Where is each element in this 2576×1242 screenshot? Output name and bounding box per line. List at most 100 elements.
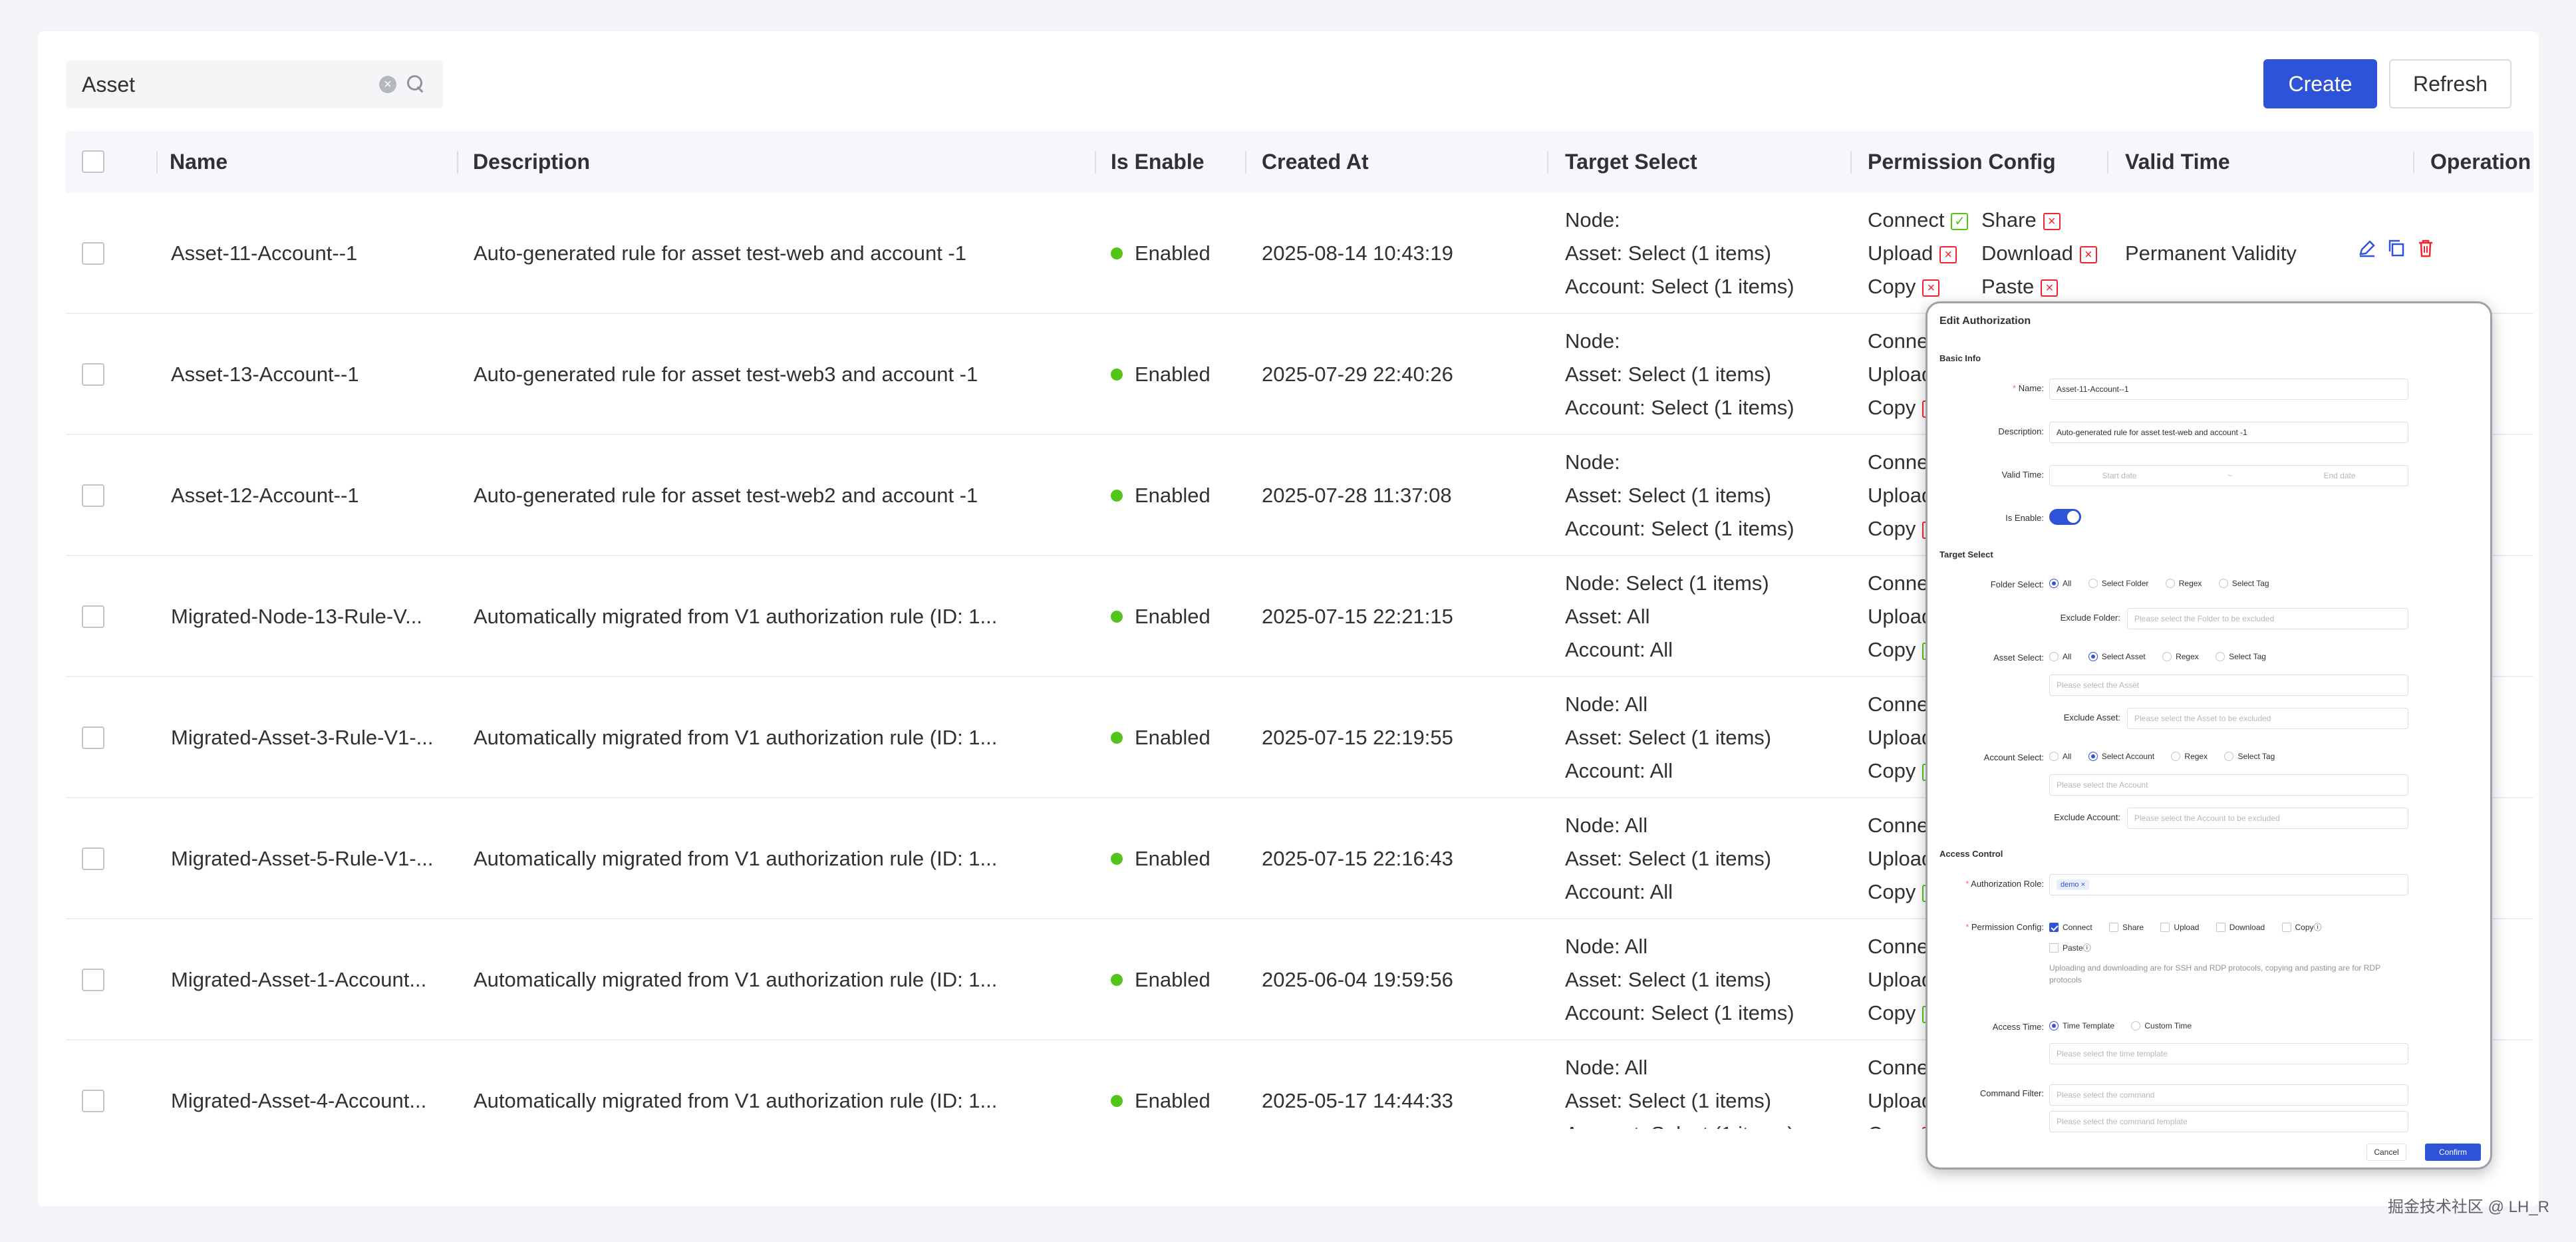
checkbox-upload[interactable]: Upload xyxy=(2160,922,2199,932)
target-line: Asset: Select (1 items) xyxy=(1565,1089,1772,1112)
asset-select[interactable]: Please select the Asset xyxy=(2049,675,2408,696)
account-select-label: Account Select: xyxy=(1983,752,2044,762)
account-select[interactable]: Please select the Account xyxy=(2049,774,2408,796)
create-button[interactable]: Create xyxy=(2263,59,2377,108)
table-row[interactable]: Asset-11-Account--1 Auto-generated rule f… xyxy=(66,193,2533,314)
exclude-folder-select[interactable]: Please select the Folder to be excluded xyxy=(2127,608,2408,629)
command-template-select[interactable]: Please select the command template xyxy=(2049,1111,2408,1132)
folder-select-label: Folder Select: xyxy=(1990,579,2044,589)
checkbox-copy[interactable]: Copy ⓘ xyxy=(2281,921,2322,933)
radio-asset-select[interactable]: Select Asset xyxy=(2088,652,2146,661)
checkbox-download[interactable]: Download xyxy=(2216,922,2265,932)
radio-folder-all[interactable]: All xyxy=(2049,579,2071,588)
row-checkbox[interactable] xyxy=(82,363,104,386)
status-text: Enabled xyxy=(1135,484,1211,507)
target-line: Account: All xyxy=(1565,880,1673,903)
status-dot xyxy=(1111,732,1123,744)
cell-is-enable: Enabled xyxy=(1111,919,1244,1040)
edit-icon[interactable] xyxy=(2357,238,2377,258)
cell-created-at: 2025-07-28 11:37:08 xyxy=(1262,484,1452,507)
radio-account-all[interactable]: All xyxy=(2049,752,2071,761)
target-line: Asset: Select (1 items) xyxy=(1565,847,1772,870)
row-checkbox[interactable] xyxy=(82,1090,104,1112)
description-input[interactable]: Auto-generated rule for asset test-web a… xyxy=(2049,422,2408,443)
status-text: Enabled xyxy=(1135,363,1211,386)
perm-item: Upload× xyxy=(1868,237,1957,270)
cell-name: Migrated-Asset-4-Account... xyxy=(171,1089,427,1112)
status-text: Enabled xyxy=(1135,241,1211,265)
target-line: Asset: Select (1 items) xyxy=(1565,726,1772,749)
radio-folder-tag[interactable]: Select Tag xyxy=(2218,579,2269,588)
radio-account-select[interactable]: Select Account xyxy=(2088,752,2154,761)
confirm-button[interactable]: Confirm xyxy=(2425,1144,2481,1161)
cell-created-at: 2025-07-15 22:19:55 xyxy=(1262,726,1453,749)
time-template-select[interactable]: Please select the time template xyxy=(2049,1043,2408,1064)
refresh-button[interactable]: Refresh xyxy=(2389,59,2511,108)
row-checkbox[interactable] xyxy=(82,605,104,628)
target-line: Account: Select (1 items) xyxy=(1565,1001,1794,1024)
exclude-account-select[interactable]: Please select the Account to be excluded xyxy=(2127,808,2408,829)
cross-icon: × xyxy=(2079,246,2097,263)
target-line: Account: Select (1 items) xyxy=(1565,1118,1794,1129)
radio-folder-regex[interactable]: Regex xyxy=(2165,579,2202,588)
folder-select-radios: All Select Folder Regex Select Tag xyxy=(2049,579,2284,590)
radio-asset-regex[interactable]: Regex xyxy=(2162,652,2199,661)
radio-folder-select[interactable]: Select Folder xyxy=(2088,579,2148,588)
cell-description: Auto-generated rule for asset test-web a… xyxy=(474,241,966,265)
valid-time-label: Valid Time: xyxy=(2001,470,2044,480)
delete-icon[interactable] xyxy=(2416,238,2436,258)
permission-checkboxes-row2: Paste ⓘ xyxy=(2049,942,2106,955)
check-icon: ✓ xyxy=(1951,213,1969,230)
perm-item: Copy× xyxy=(1868,270,1940,303)
radio-account-regex[interactable]: Regex xyxy=(2171,752,2208,761)
status-text: Enabled xyxy=(1135,968,1211,991)
target-line: Node: All xyxy=(1565,935,1648,958)
section-basic-info: Basic Info xyxy=(1939,353,1981,363)
search-box[interactable]: Asset × xyxy=(66,61,443,108)
row-checkbox[interactable] xyxy=(82,969,104,991)
row-checkbox[interactable] xyxy=(82,242,104,265)
start-date-input[interactable]: Start date xyxy=(2102,471,2136,480)
checkbox-connect[interactable]: Connect xyxy=(2049,922,2092,932)
edit-authorization-dialog: Edit Authorization Basic Info Name: Asse… xyxy=(1926,301,2492,1169)
copy-icon[interactable] xyxy=(2386,238,2406,258)
search-icon[interactable] xyxy=(406,74,427,95)
account-select-radios: All Select Account Regex Select Tag xyxy=(2049,752,2289,763)
search-input[interactable]: Asset xyxy=(82,73,379,97)
th-created-at: Created At xyxy=(1246,131,1548,193)
exclude-folder-label: Exclude Folder: xyxy=(2060,613,2120,623)
checkbox-paste[interactable]: Paste ⓘ xyxy=(2049,942,2091,953)
target-line: Account: All xyxy=(1565,759,1673,782)
target-line: Account: All xyxy=(1565,638,1673,661)
th-select xyxy=(66,131,158,193)
radio-asset-tag[interactable]: Select Tag xyxy=(2216,652,2266,661)
perm-item: Paste × xyxy=(1981,270,2059,303)
radio-account-tag[interactable]: Select Tag xyxy=(2224,752,2275,761)
authorization-role-select[interactable]: demo × xyxy=(2049,874,2408,895)
status-dot xyxy=(1111,611,1123,623)
row-checkbox[interactable] xyxy=(82,726,104,749)
row-checkbox[interactable] xyxy=(82,848,104,870)
command-filter-label: Command Filter: xyxy=(1979,1088,2044,1098)
radio-custom-time[interactable]: Custom Time xyxy=(2131,1021,2192,1030)
row-checkbox[interactable] xyxy=(82,484,104,507)
exclude-asset-select[interactable]: Please select the Asset to be excluded xyxy=(2127,708,2408,729)
end-date-input[interactable]: End date xyxy=(2323,471,2355,480)
section-target-select: Target Select xyxy=(1939,549,1993,559)
valid-time-range[interactable]: Start date ~ End date xyxy=(2049,465,2408,486)
radio-time-template[interactable]: Time Template xyxy=(2049,1021,2114,1030)
clear-icon[interactable]: × xyxy=(379,76,396,93)
cancel-button[interactable]: Cancel xyxy=(2366,1144,2406,1161)
command-select[interactable]: Please select the command xyxy=(2049,1084,2408,1106)
name-input[interactable]: Asset-11-Account--1 xyxy=(2049,379,2408,400)
permission-config-label: Permission Config: xyxy=(1928,922,2044,932)
checkbox-share[interactable]: Share xyxy=(2109,922,2144,932)
cell-is-enable: Enabled xyxy=(1111,314,1244,435)
watermark: 掘金技术社区 @ LH_R xyxy=(2387,1198,2549,1216)
role-tag[interactable]: demo × xyxy=(2057,879,2090,890)
is-enable-toggle[interactable] xyxy=(2049,509,2081,525)
radio-asset-all[interactable]: All xyxy=(2049,652,2071,661)
target-line: Account: Select (1 items) xyxy=(1565,275,1794,298)
cross-icon: × xyxy=(2043,213,2061,230)
cell-description: Automatically migrated from V1 authoriza… xyxy=(474,847,998,870)
